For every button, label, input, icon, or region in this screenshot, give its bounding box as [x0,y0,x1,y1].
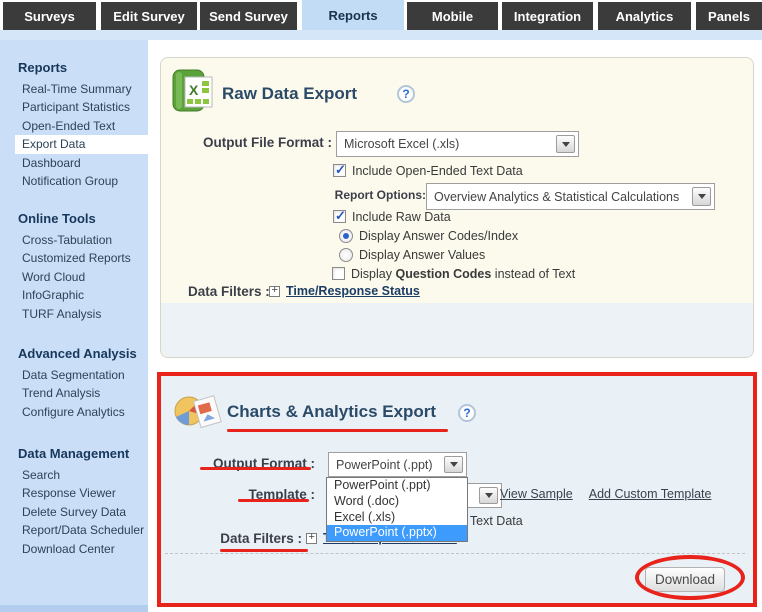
excel-icon: X [170,68,216,114]
sidebar-item-turf-analysis[interactable]: TURF Analysis [0,305,148,323]
report-options-label: Report Options: [300,188,426,202]
charts-analytics-export-panel: Charts & Analytics Export ? Output Forma… [157,372,757,607]
raw-data-export-panel: X Raw Data Export ? Output File Format :… [160,57,754,358]
checkbox-label: Include Open-Ended Text Data [352,164,523,178]
red-underline-annotation [200,467,311,470]
tab-integration[interactable]: Integration [502,2,593,30]
download-button[interactable]: Download [645,567,725,592]
sidebar-item-configure-analytics[interactable]: Configure Analytics [0,403,148,421]
include-open-ended-checkbox[interactable] [333,164,346,177]
help-icon[interactable]: ? [458,404,476,422]
sidebar-item-participant-statistics[interactable]: Participant Statistics [0,98,148,116]
sidebar-section-reports: Reports Real-Time Summary Participant St… [0,60,148,190]
question-codes-row: Display Question Codes instead of Text [332,266,575,281]
output-file-format-label: Output File Format : [161,135,332,150]
view-sample-link[interactable]: View Sample [500,487,573,501]
format-option[interactable]: Excel (.xls) [327,510,467,526]
sidebar-item-trend-analysis[interactable]: Trend Analysis [0,384,148,402]
panel-title: Charts & Analytics Export [227,402,436,422]
sidebar-item-data-segmentation[interactable]: Data Segmentation [0,366,148,384]
output-format-dropdown-list: PowerPoint (.ppt) Word (.doc) Excel (.xl… [326,477,468,542]
sidebar-item-download-center[interactable]: Download Center [0,540,148,558]
data-filters-label: Data Filters : [191,531,302,546]
checkbox-label: Display Question Codes instead of Text [351,267,575,281]
sidebar-item-export-data[interactable]: Export Data [15,135,148,153]
tab-surveys[interactable]: Surveys [3,2,96,30]
radio-label: Display Answer Codes/Index [359,229,518,243]
data-filters-row: Time/Response Status [269,284,420,298]
radio-label: Display Answer Values [359,248,485,262]
reports-export-screen: Surveys Edit Survey Send Survey Reports … [0,0,762,612]
sidebar-item-word-cloud[interactable]: Word Cloud [0,268,148,286]
svg-text:X: X [189,82,199,98]
format-option[interactable]: Word (.doc) [327,494,467,510]
dropdown-arrow-icon[interactable] [444,456,463,473]
sidebar-item-dashboard[interactable]: Dashboard [0,154,148,172]
dropdown-arrow-icon[interactable] [479,487,498,504]
answer-values-row: Display Answer Values [339,247,485,262]
template-links: View Sample Add Custom Template [500,487,711,501]
format-option[interactable]: PowerPoint (.pptx) [327,525,467,541]
sidebar-section-title: Data Management [18,446,148,462]
dropdown-arrow-icon[interactable] [692,187,711,206]
sidebar-section-title: Reports [18,60,148,76]
data-filters-label: Data Filters : [188,284,270,299]
tab-edit-survey[interactable]: Edit Survey [101,2,197,30]
answer-codes-radio[interactable] [339,229,353,243]
tab-reports[interactable]: Reports [302,0,404,30]
sidebar-section-online-tools: Online Tools Cross-Tabulation Customized… [0,211,148,323]
sidebar-item-infographic[interactable]: InfoGraphic [0,286,148,304]
red-underline-annotation [238,499,309,502]
include-raw-data-row: Include Raw Data [333,209,451,224]
output-file-format-select[interactable]: Microsoft Excel (.xls) [336,131,579,157]
report-options-select[interactable]: Overview Analytics & Statistical Calcula… [426,183,715,210]
panel-footer: Download [161,303,753,357]
question-codes-checkbox[interactable] [332,267,345,280]
include-open-ended-row: Include Open-Ended Text Data [333,163,523,178]
panel-title: Raw Data Export [222,84,357,104]
output-format-select[interactable]: PowerPoint (.ppt) [328,452,467,477]
dashed-divider [165,553,745,554]
sidebar-section-advanced-analysis: Advanced Analysis Data Segmentation Tren… [0,346,148,421]
pie-chart-icon [172,390,222,432]
dropdown-arrow-icon[interactable] [556,135,575,153]
answer-values-radio[interactable] [339,248,353,262]
include-raw-data-checkbox[interactable] [333,210,346,223]
sidebar-section-title: Advanced Analysis [18,346,148,362]
red-underline-annotation [227,429,448,432]
tab-send-survey[interactable]: Send Survey [200,2,297,30]
sidebar-item-open-ended-text[interactable]: Open-Ended Text [0,117,148,135]
sidebar-section-title: Online Tools [18,211,148,227]
add-custom-template-link[interactable]: Add Custom Template [589,487,712,501]
sidebar-item-response-viewer[interactable]: Response Viewer [0,484,148,502]
sidebar-item-customized-reports[interactable]: Customized Reports [0,249,148,267]
sidebar-item-real-time-summary[interactable]: Real-Time Summary [0,80,148,98]
select-value: Microsoft Excel (.xls) [344,137,459,151]
sidebar-item-notification-group[interactable]: Notification Group [0,172,148,190]
select-value: PowerPoint (.ppt) [336,458,433,472]
sidebar: Reports Real-Time Summary Participant St… [0,40,148,612]
expand-plus-icon[interactable] [306,533,317,544]
format-option[interactable]: PowerPoint (.ppt) [327,478,467,494]
answer-codes-row: Display Answer Codes/Index [339,228,518,243]
time-response-status-link[interactable]: Time/Response Status [286,284,420,298]
sidebar-section-data-management: Data Management Search Response Viewer D… [0,446,148,558]
sidebar-item-cross-tabulation[interactable]: Cross-Tabulation [0,231,148,249]
select-value: Overview Analytics & Statistical Calcula… [434,190,679,204]
sidebar-item-delete-survey-data[interactable]: Delete Survey Data [0,503,148,521]
tab-analytics[interactable]: Analytics [598,2,691,30]
checkbox-label: Include Raw Data [352,210,451,224]
help-icon[interactable]: ? [397,85,415,103]
tab-panels[interactable]: Panels [696,2,762,30]
sidebar-item-search[interactable]: Search [0,466,148,484]
nav-strip [0,30,762,40]
expand-plus-icon[interactable] [269,286,280,297]
tab-mobile[interactable]: Mobile [407,2,498,30]
red-underline-annotation [220,549,308,552]
sidebar-item-report-data-scheduler[interactable]: Report/Data Scheduler [0,521,148,539]
